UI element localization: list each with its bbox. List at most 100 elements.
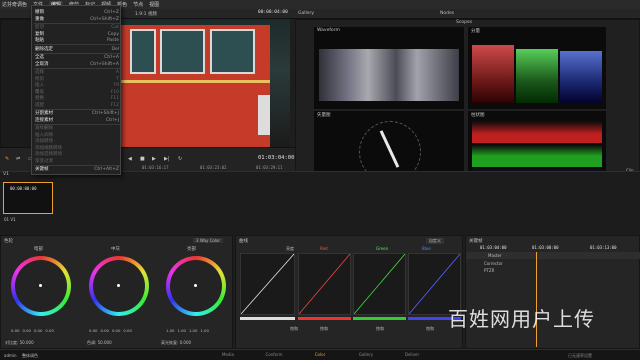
histogram-green [472, 145, 602, 167]
edit-menu-item[interactable]: 连接素材 Ctrl+J [32, 117, 122, 124]
tc-left: 01:03:16:17 [142, 165, 169, 170]
green-slider[interactable] [353, 317, 406, 320]
curves-preset-select[interactable]: 自定义 [426, 238, 444, 244]
luma-sat-label: 饱和 [290, 326, 298, 331]
menu-item-shortcut: Ctrl+J [105, 117, 119, 123]
tab-nodes[interactable]: Nodes [440, 11, 454, 16]
wheel-shadows-label: 暗部 [34, 247, 43, 252]
midtones-wheel[interactable] [89, 256, 149, 316]
blue-sat-label: 饱和 [426, 326, 434, 331]
scopes-panel: Scopes Clip Waveform 分量 矢量图 柱状图 [295, 19, 640, 193]
shadows-wheel[interactable] [11, 256, 71, 316]
video-viewer[interactable] [120, 19, 290, 147]
edit-menu-item[interactable]: 渐变过渡 [32, 158, 122, 165]
keyframe-row[interactable]: Corrector [466, 260, 640, 267]
wheel-highlights-label: 亮部 [187, 247, 196, 252]
menu-view[interactable]: 视图 [149, 1, 159, 8]
wheels-mode-select[interactable]: 3 Way Color [193, 238, 224, 243]
luma-slider[interactable] [240, 317, 295, 320]
next-frame-icon[interactable]: ▶| [164, 156, 170, 162]
waveform-trace [319, 49, 459, 101]
bus-window [160, 29, 205, 74]
keyframe-row[interactable]: Master [466, 252, 640, 259]
menu-nodes[interactable]: 节点 [133, 1, 143, 8]
highlights-wheel-puck[interactable] [194, 284, 197, 287]
edit-menu-item[interactable]: 适配 F12 [32, 102, 122, 109]
contrast-readout: 对比度: 50.000 [5, 340, 34, 345]
project-name: 整体调色 [22, 353, 38, 358]
clip-name: 01 V1 [4, 217, 16, 222]
highlights-wheel[interactable] [166, 256, 226, 316]
ripple-icon[interactable]: ⇌ [16, 156, 20, 162]
parade-blue [560, 51, 602, 103]
tab-conform[interactable]: Conform [254, 352, 294, 357]
highlight-recovery-readout: 高光恢复: 0.000 [161, 340, 192, 345]
menu-item-label: 关键帧 [35, 167, 49, 172]
menu-item-shortcut: Ctrl+Shift+A [90, 61, 119, 67]
edit-menu-item[interactable]: 重做 Ctrl+Shift+Z [32, 16, 122, 23]
loop-icon[interactable]: ↻ [178, 156, 182, 162]
stop-icon[interactable]: ■ [140, 156, 145, 162]
waveform-label: Waveform [317, 28, 340, 33]
edit-menu-item[interactable]: 粘贴 Paste [32, 37, 122, 44]
keyframe-row[interactable]: PTZR [466, 267, 640, 274]
edit-menu-item[interactable]: 全取消 Ctrl+Shift+A [32, 61, 122, 68]
menu-item-label: 连接素材 [35, 117, 53, 123]
menu-item-label: 适配 [35, 102, 44, 108]
scopes-title: Scopes [456, 20, 473, 25]
shadows-wheel-puck[interactable] [39, 284, 42, 287]
tab-deliver[interactable]: Deliver [392, 352, 432, 357]
tab-color[interactable]: Color [300, 352, 340, 357]
edit-menu-dropdown: 撤销 Ctrl+Z 重做 Ctrl+Shift+Z 剪切 Cut 复制 Copy 粘贴 Paste… [31, 5, 121, 175]
tab-media[interactable]: Media [208, 352, 248, 357]
red-curve[interactable] [298, 253, 351, 315]
edit-menu-item[interactable]: 删除选定 Del [32, 46, 122, 53]
watermark-text: 百姓网用户上传 [448, 307, 595, 331]
timeline-strip: V1 00:00:00:00 01 V1 [0, 171, 640, 235]
username: admin [4, 353, 17, 358]
curve-red-label: Red [320, 246, 328, 251]
timeline-clip[interactable]: 00:00:00:00 [3, 182, 53, 214]
histogram-red [472, 121, 602, 143]
wheel-midtones-label: 中灰 [111, 247, 120, 252]
curves-title: 曲线 [239, 239, 248, 244]
menu-item-label: 删除选定 [35, 46, 53, 52]
curves-panel: 曲线 自定义 亮度 Red Green Blue 饱和 饱和 饱和 饱和 [235, 235, 463, 349]
step-back-icon[interactable]: ◀ [128, 156, 132, 162]
luma-curve[interactable] [240, 253, 295, 315]
tc-mid: 01:03:23:02 [200, 165, 227, 170]
track-label: V1 [3, 172, 9, 177]
viewer-timecode-top: 00:00:04:00 [258, 10, 288, 15]
green-sat-label: 饱和 [376, 326, 384, 331]
tint-readout: 色调: 50.000 [87, 340, 112, 345]
bus-stripe [120, 80, 270, 83]
menu-item-shortcut: Ctrl+Alt+Z [94, 167, 119, 172]
keyframe-playhead[interactable] [536, 252, 537, 347]
keyframes-title: 关键帧 [469, 239, 483, 244]
viewer-timecode: 01:03:04:00 [258, 155, 295, 161]
midtones-wheel-puck[interactable] [117, 284, 120, 287]
red-slider[interactable] [298, 317, 351, 320]
parade-label: 分量 [471, 29, 480, 34]
clip-timecode: 00:00:00:00 [10, 186, 37, 191]
menu-app[interactable]: 达芬奇调色 [2, 1, 27, 8]
menu-item-shortcut: Paste [106, 38, 119, 43]
tab-gallery[interactable]: Gallery [298, 11, 314, 16]
waveform-scope: Waveform [314, 27, 464, 109]
menu-item-shortcut: Ctrl+Shift+Z [90, 16, 119, 22]
pen-icon[interactable]: ✎ [5, 156, 9, 162]
keyframes-tc-mid: 01:03:00:00 [532, 245, 559, 250]
curve-luma-label: 亮度 [286, 246, 294, 251]
menu-item-label: 全取消 [35, 61, 49, 67]
keyframes-tc-right: 01:03:13:00 [590, 245, 617, 250]
edit-menu-item[interactable]: 关键帧 Ctrl+Alt+Z [32, 166, 122, 173]
shadows-values: 0.00 0.00 0.00 0.00 [11, 328, 54, 333]
tab-gallery-page[interactable]: Gallery [346, 352, 386, 357]
curve-green-label: Green [376, 246, 389, 251]
highlights-values: 1.00 1.00 1.00 1.00 [166, 328, 209, 333]
play-icon[interactable]: ▶ [152, 156, 156, 162]
parade-green [516, 49, 558, 103]
green-curve[interactable] [353, 253, 406, 315]
wheels-title: 色轮 [4, 239, 13, 244]
keyframes-tc-left: 01:03:04:00 [480, 245, 507, 250]
